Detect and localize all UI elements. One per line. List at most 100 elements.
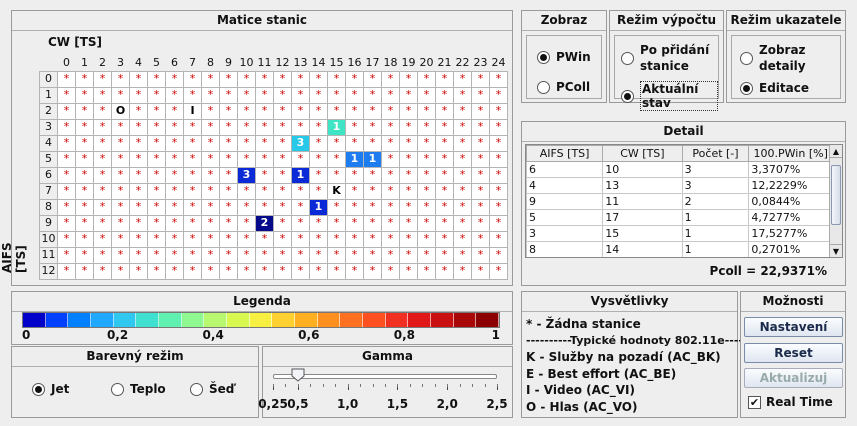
matrix-cell[interactable]: * [435, 70, 454, 88]
matrix-cell[interactable]: * [219, 214, 238, 232]
matrix-cell[interactable]: * [201, 182, 220, 200]
matrix-cell[interactable]: * [219, 150, 238, 168]
matrix-cell[interactable]: * [363, 134, 382, 152]
matrix-cell[interactable]: * [57, 246, 76, 264]
matrix-cell[interactable]: * [291, 70, 310, 88]
matrix-cell[interactable]: * [273, 262, 292, 280]
matrix-cell[interactable]: * [363, 86, 382, 104]
matrix-cell[interactable]: * [237, 246, 256, 264]
table-row[interactable]: 8 14 1 0,2701% [526, 241, 833, 257]
matrix-cell[interactable]: * [75, 102, 94, 120]
matrix-cell[interactable]: * [147, 86, 166, 104]
matrix-cell[interactable]: * [57, 70, 76, 88]
matrix-cell[interactable]: * [345, 182, 364, 200]
matrix-cell[interactable]: * [291, 102, 310, 120]
matrix-cell[interactable]: * [453, 134, 472, 152]
matrix-cell[interactable]: * [291, 118, 310, 136]
matrix-cell[interactable]: * [219, 198, 238, 216]
detail-table[interactable]: AIFS [TS] CW [TS] Počet [-] 100.PWin [%] 6 10… [526, 145, 833, 257]
matrix-cell[interactable]: * [111, 150, 130, 168]
matrix-cell[interactable]: * [75, 214, 94, 232]
matrix-cell[interactable]: * [399, 198, 418, 216]
matrix-cell[interactable]: * [93, 262, 112, 280]
matrix-cell[interactable]: * [147, 118, 166, 136]
matrix-cell[interactable]: * [93, 230, 112, 248]
matrix-cell[interactable]: * [489, 134, 508, 152]
matrix-cell[interactable]: * [219, 118, 238, 136]
detail-column-header[interactable]: AIFS [TS] [526, 145, 604, 162]
matrix-cell[interactable]: * [129, 70, 148, 88]
matrix-cell[interactable]: * [147, 182, 166, 200]
detail-column-header[interactable]: CW [TS] [602, 145, 683, 162]
matrix-cell[interactable]: * [129, 230, 148, 248]
matrix-cell[interactable]: * [183, 198, 202, 216]
matrix-cell[interactable]: * [471, 198, 490, 216]
matrix-cell[interactable]: * [219, 166, 238, 184]
matrix-cell[interactable]: * [399, 70, 418, 88]
matrix-cell[interactable]: * [75, 166, 94, 184]
matrix-cell[interactable]: * [201, 70, 220, 88]
matrix-cell[interactable]: * [381, 166, 400, 184]
matrix-cell[interactable]: * [57, 182, 76, 200]
matrix-cell[interactable]: * [471, 166, 490, 184]
matrix-cell[interactable]: * [201, 246, 220, 264]
matrix-cell[interactable]: * [417, 150, 436, 168]
matrix-cell[interactable]: * [129, 166, 148, 184]
matrix-cell[interactable]: * [291, 262, 310, 280]
radio-pwin[interactable]: PWin [537, 50, 591, 64]
radio-teplo[interactable]: Teplo [111, 382, 166, 396]
matrix-cell[interactable]: * [309, 214, 328, 232]
matrix-cell[interactable]: * [111, 118, 130, 136]
matrix-cell[interactable]: * [327, 262, 346, 280]
matrix-cell[interactable]: * [453, 246, 472, 264]
matrix-cell[interactable]: * [381, 70, 400, 88]
matrix-cell[interactable]: 1 [291, 166, 310, 184]
matrix-cell[interactable]: * [147, 246, 166, 264]
matrix-cell[interactable]: * [435, 262, 454, 280]
matrix-cell[interactable]: * [309, 150, 328, 168]
matrix-cell[interactable]: * [201, 86, 220, 104]
matrix-cell[interactable]: * [237, 70, 256, 88]
matrix-cell[interactable]: * [201, 214, 220, 232]
matrix-cell[interactable]: * [273, 134, 292, 152]
table-row[interactable]: 3 15 1 17,5277% [526, 225, 833, 242]
matrix-cell[interactable]: * [237, 182, 256, 200]
matrix-cell[interactable]: 3 [237, 166, 256, 184]
matrix-cell[interactable]: * [453, 70, 472, 88]
matrix-cell[interactable]: * [345, 166, 364, 184]
table-row[interactable]: 5 17 1 4,7277% [526, 209, 833, 226]
matrix-cell[interactable]: * [219, 230, 238, 248]
table-row[interactable]: 6 10 3 3,3707% [526, 161, 833, 178]
matrix-cell[interactable]: * [381, 118, 400, 136]
matrix-cell[interactable]: * [165, 102, 184, 120]
matrix-cell[interactable]: * [345, 70, 364, 88]
matrix-cell[interactable]: 1 [309, 198, 328, 216]
matrix-cell[interactable]: * [255, 134, 274, 152]
matrix-cell[interactable]: * [327, 86, 346, 104]
matrix-cell[interactable]: * [201, 118, 220, 136]
matrix-cell[interactable]: * [471, 230, 490, 248]
matrix-cell[interactable]: * [453, 166, 472, 184]
matrix-cell[interactable]: * [309, 182, 328, 200]
matrix-cell[interactable]: * [255, 150, 274, 168]
matrix-cell[interactable]: * [183, 166, 202, 184]
matrix-cell[interactable]: * [489, 262, 508, 280]
matrix-cell[interactable]: * [417, 70, 436, 88]
matrix-cell[interactable]: * [129, 262, 148, 280]
matrix-cell[interactable]: * [435, 118, 454, 136]
matrix-cell[interactable]: * [399, 214, 418, 232]
matrix-cell[interactable]: * [345, 198, 364, 216]
matrix-cell[interactable]: * [327, 70, 346, 88]
matrix-cell[interactable]: * [201, 262, 220, 280]
matrix-cell[interactable]: * [381, 198, 400, 216]
matrix-cell[interactable]: * [273, 182, 292, 200]
matrix-cell[interactable]: * [165, 118, 184, 136]
matrix-cell[interactable]: * [57, 214, 76, 232]
matrix-cell[interactable]: * [57, 86, 76, 104]
matrix-cell[interactable]: * [291, 246, 310, 264]
matrix-cell[interactable]: * [417, 166, 436, 184]
matrix-cell[interactable]: * [129, 150, 148, 168]
matrix-cell[interactable]: * [453, 182, 472, 200]
radio-po-pridani[interactable]: Po přidání stanice [621, 42, 716, 74]
matrix-cell[interactable]: * [489, 214, 508, 232]
